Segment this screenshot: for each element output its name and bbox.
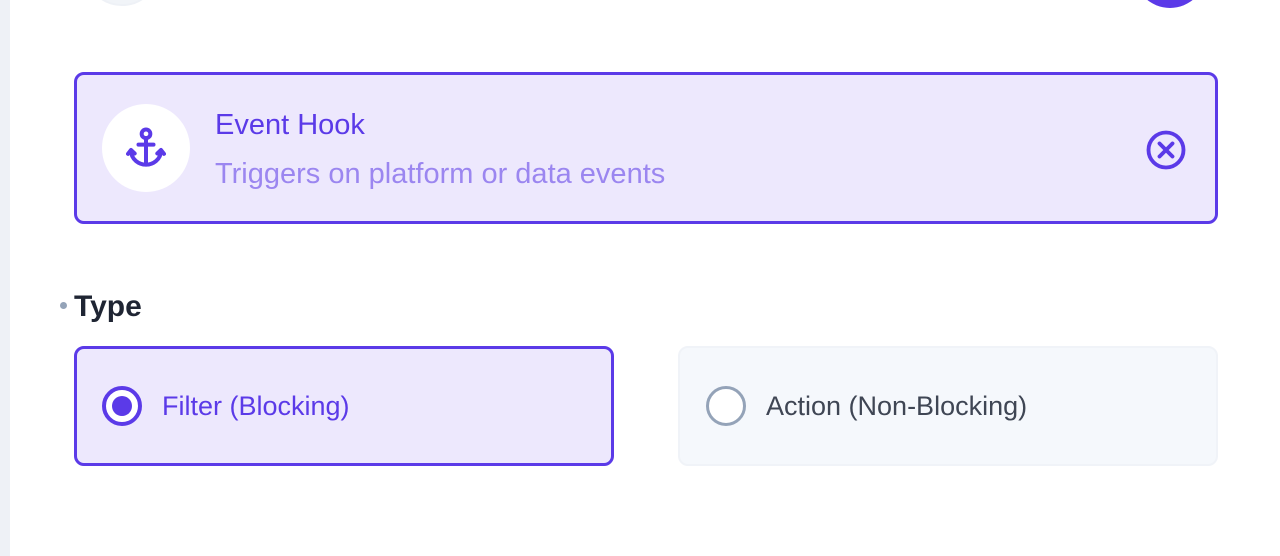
type-option-action-label: Action (Non-Blocking) (766, 390, 1028, 421)
required-indicator (60, 302, 67, 309)
anchor-icon (126, 127, 166, 167)
close-circle-icon (1146, 130, 1186, 170)
radio-filter-checked[interactable] (102, 386, 142, 426)
left-panel-edge (0, 0, 10, 556)
hook-title: Event Hook (215, 109, 365, 141)
type-option-action[interactable]: Action (Non-Blocking) (678, 346, 1218, 466)
primary-action-button[interactable] (1134, 0, 1206, 8)
type-section-label: Type (74, 290, 142, 323)
type-option-filter[interactable]: Filter (Blocking) (74, 346, 614, 466)
type-option-filter-label: Filter (Blocking) (162, 390, 350, 421)
radio-dot (112, 396, 132, 416)
radio-action-unchecked[interactable] (706, 386, 746, 426)
selected-hook-card[interactable]: Event Hook Triggers on platform or data … (74, 72, 1218, 224)
avatar-placeholder (84, 0, 160, 6)
hook-icon-container (102, 104, 190, 192)
remove-hook-button[interactable] (1144, 128, 1188, 172)
hook-subtitle: Triggers on platform or data events (215, 158, 666, 190)
